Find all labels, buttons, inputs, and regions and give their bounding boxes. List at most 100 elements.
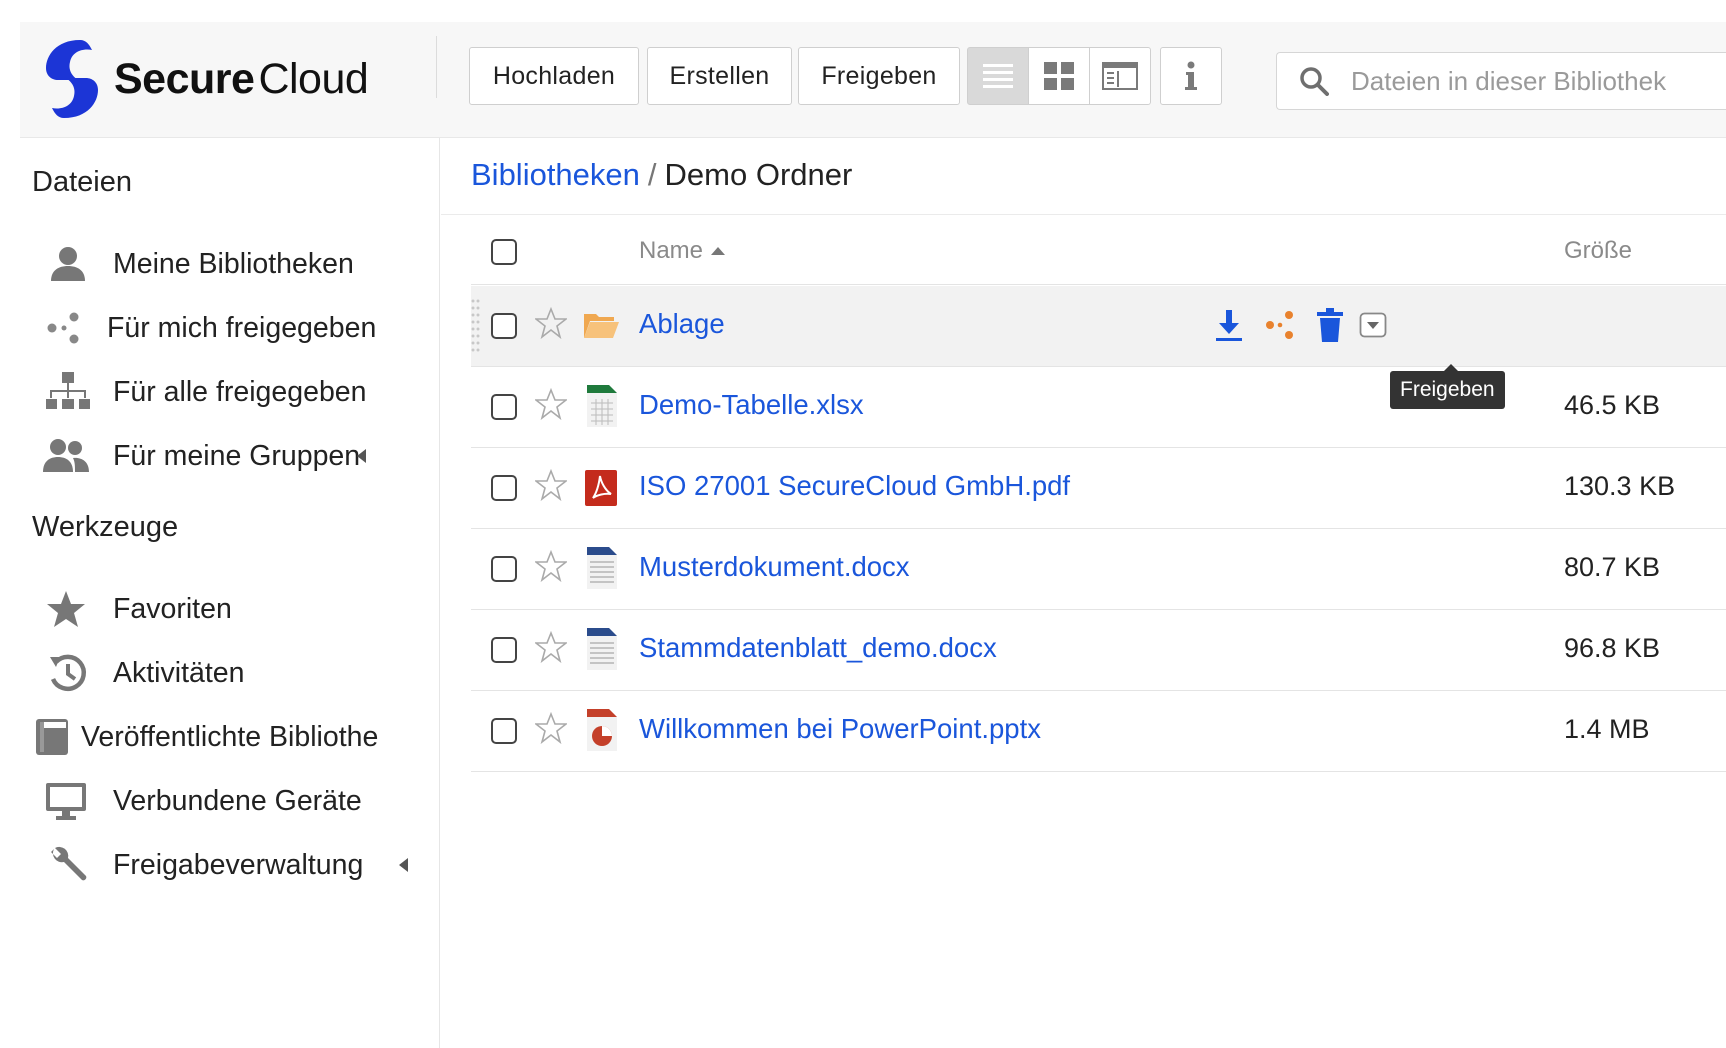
info-button[interactable] xyxy=(1160,47,1222,105)
file-size: 80.7 KB xyxy=(1564,552,1661,582)
more-options-dropdown[interactable] xyxy=(1355,306,1391,344)
logo-text-secure: Secure xyxy=(114,54,255,103)
file-size: 1.4 MB xyxy=(1564,714,1650,744)
breadcrumb-libraries-link[interactable]: Bibliotheken xyxy=(471,157,640,192)
detail-view-button[interactable] xyxy=(1089,47,1151,105)
sidebar-heading-tools: Werkzeuge xyxy=(32,511,179,543)
expand-caret-icon[interactable] xyxy=(399,858,408,872)
sidebar-heading-files: Dateien xyxy=(32,166,132,198)
share-row-button[interactable] xyxy=(1262,306,1298,344)
sidebar-item-label: Freigabeverwaltung xyxy=(113,848,364,881)
column-header-name[interactable]: Name xyxy=(639,237,726,265)
table-header: Name Größe xyxy=(471,215,1726,285)
sidebar-item-label: Für alle freigegeben xyxy=(113,375,367,408)
share-icon xyxy=(40,306,88,350)
grid-view-icon xyxy=(1044,62,1074,90)
breadcrumb: Bibliotheken / Demo Ordner xyxy=(471,157,852,193)
share-button[interactable]: Freigeben xyxy=(798,47,960,105)
star-icon[interactable] xyxy=(535,631,567,663)
sidebar-item-label: Favoriten xyxy=(113,592,232,625)
wrench-icon xyxy=(44,843,92,887)
column-header-size[interactable]: Größe xyxy=(1564,237,1632,265)
sidebar-item-label: Verbundene Geräte xyxy=(113,784,362,817)
file-size: 96.8 KB xyxy=(1564,633,1661,663)
table-row[interactable]: Ablage xyxy=(471,286,1726,367)
upload-button[interactable]: Hochladen xyxy=(469,47,639,105)
word-file-icon xyxy=(587,547,617,589)
create-button[interactable]: Erstellen xyxy=(647,47,792,105)
star-icon[interactable] xyxy=(535,469,567,501)
group-icon xyxy=(42,434,90,478)
search-box[interactable] xyxy=(1276,52,1726,110)
file-name-link[interactable]: Demo-Tabelle.xlsx xyxy=(639,389,864,421)
sidebar-item-shared-with-me[interactable]: Für mich freigegeben xyxy=(20,300,438,356)
breadcrumb-separator: / xyxy=(647,157,657,192)
info-icon xyxy=(1185,61,1197,90)
org-chart-icon xyxy=(44,370,92,414)
sidebar-item-label: Meine Bibliotheken xyxy=(113,247,354,280)
table-row[interactable]: Willkommen bei PowerPoint.pptx 1.4 MB xyxy=(471,691,1726,772)
star-icon xyxy=(42,587,90,631)
file-name-link[interactable]: Willkommen bei PowerPoint.pptx xyxy=(639,713,1041,745)
file-size: 46.5 KB xyxy=(1564,390,1661,420)
sidebar-item-published-libraries[interactable]: Veröffentlichte Bibliothe xyxy=(20,709,438,765)
list-view-button[interactable] xyxy=(967,47,1029,105)
search-input[interactable] xyxy=(1351,65,1726,97)
row-checkbox[interactable] xyxy=(491,556,517,582)
file-name-link[interactable]: Ablage xyxy=(639,308,725,340)
folder-icon xyxy=(584,314,619,338)
excel-file-icon xyxy=(587,385,617,427)
monitor-icon xyxy=(42,779,90,823)
download-button[interactable] xyxy=(1211,306,1247,344)
select-all-checkbox[interactable] xyxy=(491,239,517,265)
sidebar-item-my-libraries[interactable]: Meine Bibliotheken xyxy=(20,236,438,292)
sidebar-item-favorites[interactable]: Favoriten xyxy=(20,581,438,637)
star-icon[interactable] xyxy=(535,307,567,339)
row-checkbox[interactable] xyxy=(491,394,517,420)
sidebar-item-activities[interactable]: Aktivitäten xyxy=(20,645,438,701)
star-icon[interactable] xyxy=(535,388,567,420)
pdf-file-icon xyxy=(585,470,617,506)
share-icon xyxy=(1266,311,1293,339)
user-icon xyxy=(44,242,92,286)
row-checkbox[interactable] xyxy=(491,718,517,744)
sidebar-item-label: Für mich freigegeben xyxy=(107,311,377,344)
securecloud-logo[interactable]: SecureCloud xyxy=(42,34,442,124)
table-row[interactable]: Stammdatenblatt_demo.docx 96.8 KB xyxy=(471,610,1726,691)
powerpoint-file-icon xyxy=(587,709,617,751)
row-checkbox[interactable] xyxy=(491,637,517,663)
file-name-link[interactable]: Stammdatenblatt_demo.docx xyxy=(639,632,997,664)
delete-button[interactable] xyxy=(1312,306,1348,344)
row-checkbox[interactable] xyxy=(491,475,517,501)
logo-mark-icon xyxy=(46,40,98,118)
search-icon xyxy=(1300,67,1329,96)
sidebar-item-label: Für meine Gruppen xyxy=(113,439,361,472)
file-name-link[interactable]: Musterdokument.docx xyxy=(639,551,910,583)
drag-handle-icon[interactable] xyxy=(471,298,481,354)
list-view-icon xyxy=(983,64,1013,88)
sidebar-item-shared-with-all[interactable]: Für alle freigegeben xyxy=(20,364,438,420)
word-file-icon xyxy=(587,628,617,670)
top-header: SecureCloud Hochladen Erstellen Freigebe… xyxy=(20,22,1726,138)
star-icon[interactable] xyxy=(535,550,567,582)
breadcrumb-current-folder: Demo Ordner xyxy=(664,157,853,192)
table-row[interactable]: Musterdokument.docx 80.7 KB xyxy=(471,529,1726,610)
expand-caret-icon[interactable] xyxy=(357,449,366,463)
file-name-link[interactable]: ISO 27001 SecureCloud GmbH.pdf xyxy=(639,470,1070,502)
history-icon xyxy=(44,651,92,695)
table-row[interactable]: ISO 27001 SecureCloud GmbH.pdf 130.3 KB xyxy=(471,448,1726,529)
sidebar-item-connected-devices[interactable]: Verbundene Geräte xyxy=(20,773,438,829)
row-checkbox[interactable] xyxy=(491,313,517,339)
logo-text-cloud: Cloud xyxy=(258,54,369,103)
grid-view-button[interactable] xyxy=(1028,47,1090,105)
star-icon[interactable] xyxy=(535,712,567,744)
trash-icon xyxy=(1317,308,1343,342)
sidebar-item-my-groups[interactable]: Für meine Gruppen xyxy=(20,428,438,484)
column-header-name-label: Name xyxy=(639,237,704,264)
file-size: 130.3 KB xyxy=(1564,471,1676,501)
table-row[interactable]: Demo-Tabelle.xlsx 46.5 KB xyxy=(471,367,1726,448)
sidebar-item-share-admin[interactable]: Freigabeverwaltung xyxy=(20,837,438,893)
dropdown-icon xyxy=(1359,312,1387,338)
header-divider xyxy=(436,36,437,98)
download-icon xyxy=(1216,310,1242,341)
